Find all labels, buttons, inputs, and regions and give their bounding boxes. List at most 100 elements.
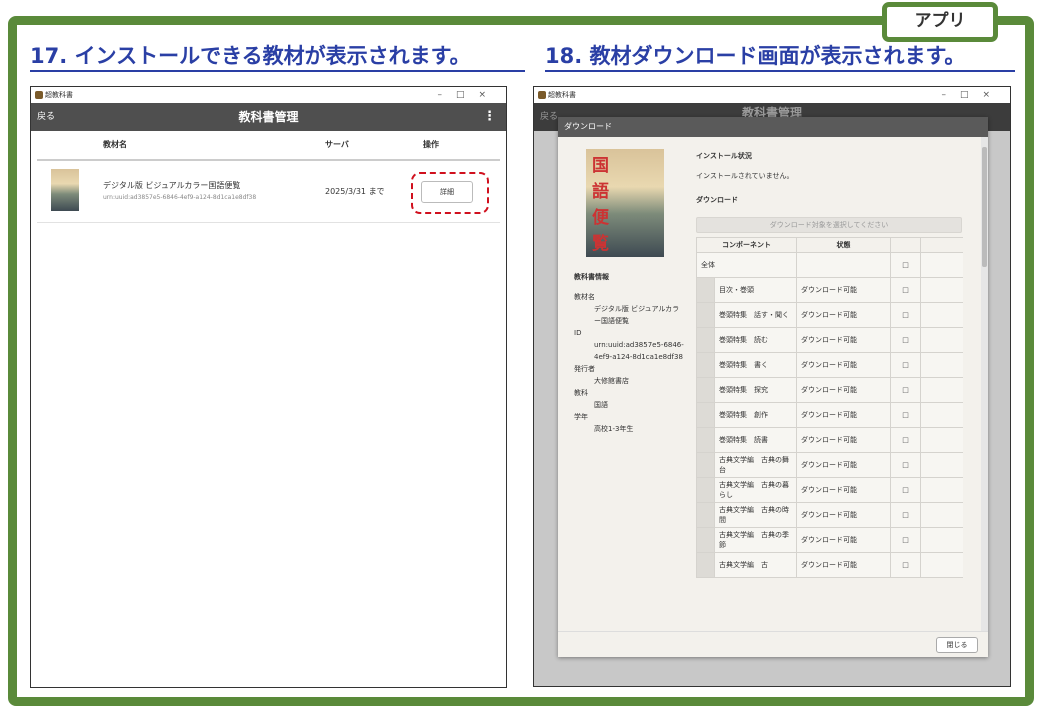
all-label: 全体 — [696, 252, 797, 278]
window-controls[interactable]: –□× — [437, 87, 500, 103]
component-status: ダウンロード可能 — [796, 327, 891, 353]
component-checkbox[interactable]: □ — [890, 327, 921, 353]
component-status: ダウンロード可能 — [796, 477, 891, 503]
component-checkbox[interactable]: □ — [890, 477, 921, 503]
component-checkbox[interactable]: □ — [890, 552, 921, 578]
component-name: 目次・巻頭 — [714, 277, 797, 303]
window-titlebar: 超教科書 –□× — [534, 87, 1010, 103]
cover-title: 国語便覧 — [592, 156, 609, 254]
download-label: ダウンロード — [696, 196, 738, 204]
row-indent — [696, 377, 715, 403]
empty-cell — [920, 377, 963, 403]
server-expiry: 2025/3/31 まで — [325, 187, 385, 196]
info-label-grade: 学年 — [574, 413, 588, 421]
info-value-publisher: 大修館書店 — [594, 377, 629, 385]
component-status: ダウンロード可能 — [796, 527, 891, 553]
material-urn: urn:uuid:ad3857e5-6846-4ef9-a124-8d1ca1e… — [103, 194, 257, 201]
install-status-value: インストールされていません。 — [696, 172, 794, 180]
row-indent — [696, 302, 715, 328]
checkbox-all[interactable]: □ — [890, 252, 921, 278]
table-row: 古典文学編 古典の季節 ダウンロード可能 □ — [696, 527, 963, 553]
step17-heading: 17. インストールできる教材が表示されます。 — [30, 42, 525, 72]
window-controls[interactable]: –□× — [941, 87, 1004, 103]
component-name: 古典文学編 古典の季節 — [714, 527, 797, 553]
component-checkbox[interactable]: □ — [890, 352, 921, 378]
header-divider — [37, 159, 500, 161]
component-status: ダウンロード可能 — [796, 502, 891, 528]
empty-cell — [920, 427, 963, 453]
row-indent — [696, 327, 715, 353]
table-row: 巻頭特集 話す・聞く ダウンロード可能 □ — [696, 302, 963, 328]
window-title: 超教科書 — [45, 91, 73, 99]
install-status-label: インストール状況 — [696, 152, 752, 160]
component-checkbox[interactable]: □ — [890, 277, 921, 303]
component-status: ダウンロード可能 — [796, 277, 891, 303]
window-titlebar: 超教科書 –□× — [31, 87, 506, 103]
empty-cell — [920, 477, 963, 503]
table-row-all: 全体 □ — [696, 252, 963, 278]
row-indent — [696, 352, 715, 378]
component-checkbox[interactable]: □ — [890, 502, 921, 528]
component-status: ダウンロード可能 — [796, 552, 891, 578]
component-checkbox[interactable]: □ — [890, 402, 921, 428]
component-name: 古典文学編 古典の時間 — [714, 502, 797, 528]
table-row: 巻頭特集 読書 ダウンロード可能 □ — [696, 427, 963, 453]
component-status: ダウンロード可能 — [796, 352, 891, 378]
scrollbar-thumb[interactable] — [982, 147, 987, 267]
column-header-action: 操作 — [423, 140, 439, 149]
component-name: 巻頭特集 話す・聞く — [714, 302, 797, 328]
row-indent — [696, 427, 715, 453]
row-indent — [696, 277, 715, 303]
component-name: 巻頭特集 創作 — [714, 402, 797, 428]
row-indent — [696, 402, 715, 428]
component-name: 巻頭特集 書く — [714, 352, 797, 378]
textbook-cover-thumbnail — [51, 169, 79, 211]
info-label-id: ID — [574, 329, 582, 337]
column-header-name: 教材名 — [103, 140, 127, 149]
component-status: ダウンロード可能 — [796, 402, 891, 428]
empty-cell — [920, 402, 963, 428]
highlight-dashed-box — [411, 172, 489, 214]
empty-cell — [920, 352, 963, 378]
component-name: 巻頭特集 読む — [714, 327, 797, 353]
step17-screenshot: 超教科書 –□× 戻る 教科書管理 ⋮ 教材名 サーバ 操作 デジタル版 ビジュ… — [30, 86, 507, 688]
row-indent — [696, 452, 715, 478]
component-status: ダウンロード可能 — [796, 452, 891, 478]
app-tag: アプリ — [882, 2, 998, 42]
download-target-select[interactable]: ダウンロード対象を選択してください — [696, 217, 962, 233]
app-icon — [538, 91, 546, 99]
component-name: 古典文学編 古典の舞台 — [714, 452, 797, 478]
textbook-info-header: 教科書情報 — [574, 273, 609, 281]
component-checkbox[interactable]: □ — [890, 527, 921, 553]
table-row: 巻頭特集 探究 ダウンロード可能 □ — [696, 377, 963, 403]
info-label-name: 教材名 — [574, 293, 595, 301]
empty-cell — [920, 452, 963, 478]
component-checkbox[interactable]: □ — [890, 452, 921, 478]
more-menu-icon[interactable]: ⋮ — [483, 103, 496, 131]
info-value-grade: 高校1-3年生 — [594, 425, 634, 433]
page-title: 教科書管理 — [238, 110, 299, 124]
download-dialog: ダウンロード 国語便覧 教科書情報 教材名 デジタル版 ビジュアルカラー国語便覧… — [558, 117, 988, 657]
row-indent — [696, 502, 715, 528]
component-status: ダウンロード可能 — [796, 377, 891, 403]
info-value-subject: 国語 — [594, 401, 608, 409]
table-row: 古典文学編 古典の時間 ダウンロード可能 □ — [696, 502, 963, 528]
close-button[interactable]: 閉じる — [936, 637, 978, 653]
step18-heading: 18. 教材ダウンロード画面が表示されます。 — [545, 42, 1015, 72]
dialog-scrollbar[interactable] — [981, 137, 988, 631]
component-name: 巻頭特集 読書 — [714, 427, 797, 453]
table-row: 古典文学編 古典の舞台 ダウンロード可能 □ — [696, 452, 963, 478]
row-indent — [696, 527, 715, 553]
table-row: 古典文学編 古ダウンロード可能 □ — [696, 552, 963, 578]
empty-cell — [920, 552, 963, 578]
component-checkbox[interactable]: □ — [890, 302, 921, 328]
step18-screenshot: 超教科書 –□× 戻る 教科書管理 ダウンロード 国語便覧 教科書情報 教材名 … — [533, 86, 1011, 687]
table-row: 巻頭特集 書く ダウンロード可能 □ — [696, 352, 963, 378]
textbook-cover: 国語便覧 — [586, 149, 664, 257]
table-row: 古典文学編 古典の暮らし ダウンロード可能 □ — [696, 477, 963, 503]
empty-cell — [920, 527, 963, 553]
row-indent — [696, 552, 715, 578]
component-checkbox[interactable]: □ — [890, 427, 921, 453]
component-checkbox[interactable]: □ — [890, 377, 921, 403]
column-header-status: 状態 — [796, 237, 891, 253]
